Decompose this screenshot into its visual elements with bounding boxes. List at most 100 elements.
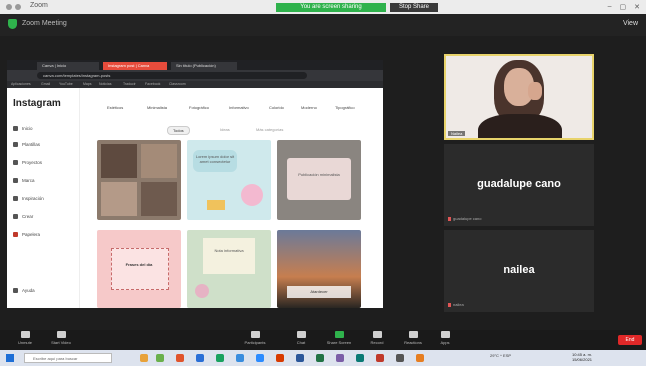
record-button[interactable]: Record	[360, 331, 394, 345]
windows-start-icon[interactable]	[6, 354, 14, 362]
share-screen-button[interactable]: Share Screen	[322, 331, 356, 345]
participant-name-tag: guadalupe cano	[448, 216, 481, 221]
bookmark-item[interactable]: Maps	[83, 82, 92, 86]
bookmark-item[interactable]: Classroom	[169, 82, 186, 86]
view-button[interactable]: View	[623, 20, 638, 27]
app-icon[interactable]	[196, 354, 204, 362]
sidebar-item-templates[interactable]: Plantillas	[13, 142, 40, 147]
app-icon[interactable]	[396, 354, 404, 362]
participants-button[interactable]: Participants	[238, 331, 272, 345]
card-caption: Atardecer	[310, 289, 328, 294]
card-caption: Nota informativa	[214, 248, 244, 253]
shared-screen: Canva | Inicio Instagram post | Canva Si…	[7, 60, 383, 308]
template-card[interactable]: Publicación minimalista	[277, 140, 361, 220]
muted-mic-icon	[448, 302, 451, 307]
bookmark-item[interactable]: Noticias	[99, 82, 111, 86]
close-icon[interactable]: ✕	[634, 3, 640, 11]
bookmark-item[interactable]: Aplicaciones	[11, 82, 31, 86]
bookmark-item[interactable]: Gmail	[41, 82, 50, 86]
toolbar-label: Share Screen	[326, 340, 352, 345]
sidebar-item-home[interactable]: Inicio	[13, 126, 33, 131]
app-icon[interactable]	[156, 354, 164, 362]
folder-icon	[13, 160, 18, 165]
sidebar-item-create[interactable]: Crear	[13, 214, 33, 219]
category-link[interactable]: Informativo	[229, 105, 249, 110]
shield-icon[interactable]	[8, 19, 17, 29]
app-icon[interactable]	[316, 354, 324, 362]
participant-tile[interactable]: guadalupe cano guadalupe cano	[444, 144, 594, 226]
bookmark-item[interactable]: YouTube	[59, 82, 73, 86]
app-icon[interactable]	[416, 354, 424, 362]
template-card[interactable]	[97, 140, 181, 220]
template-card[interactable]: Lorem ipsum dolor sit amet consectetur	[187, 140, 271, 220]
stop-share-button[interactable]: Stop Share	[390, 3, 438, 12]
participant-video[interactable]: Nailea	[444, 54, 594, 140]
clock-date: 15/06/2021	[572, 357, 593, 362]
chat-button[interactable]: Chat	[284, 331, 318, 345]
template-card[interactable]: Frases del día	[97, 230, 181, 308]
maximize-icon[interactable]: ▢	[620, 3, 627, 11]
window-dots	[6, 4, 21, 10]
window-title: Zoom	[30, 2, 48, 9]
toolbar-label: Start Video	[51, 340, 71, 345]
template-card[interactable]: Atardecer	[277, 230, 361, 308]
app-icon[interactable]	[176, 354, 184, 362]
sidebar-item-brand[interactable]: Marca	[13, 178, 35, 183]
decoration-circle	[241, 184, 263, 206]
app-icon[interactable]	[276, 354, 284, 362]
app-icon[interactable]	[236, 354, 244, 362]
brand-icon	[13, 178, 18, 183]
filter-chip-all[interactable]: Todos	[167, 126, 190, 135]
card-caption: Publicación minimalista	[298, 172, 340, 177]
sidebar-item-trash[interactable]: Papelera	[13, 232, 40, 237]
photo-thumb	[101, 144, 137, 178]
app-icon[interactable]	[376, 354, 384, 362]
system-tray[interactable]: 29°C ^ ESP	[490, 353, 511, 358]
help-label: Ayuda	[22, 288, 35, 293]
photo-thumb	[141, 182, 177, 216]
sidebar-item-inspiration[interactable]: Inspiración	[13, 196, 44, 201]
taskbar-search[interactable]: Escribe aquí para buscar	[24, 353, 112, 363]
category-link[interactable]: Tipográfico	[335, 105, 355, 110]
sidebar-item-label: Crear	[22, 214, 34, 219]
template-card[interactable]: Nota informativa	[187, 230, 271, 308]
taskbar-clock[interactable]: 10:45 a. m. 15/06/2021	[572, 352, 592, 362]
address-bar[interactable]: canva.com/templates/instagram-posts	[37, 72, 307, 79]
participant-tile[interactable]: nailea nailea	[444, 230, 594, 312]
browser-tab[interactable]: Canva | Inicio	[37, 62, 99, 70]
category-link[interactable]: Moderno	[301, 105, 317, 110]
start-video-button[interactable]: Start Video	[44, 331, 78, 345]
sidebar-item-projects[interactable]: Proyectos	[13, 160, 42, 165]
app-icon[interactable]	[140, 354, 148, 362]
category-link[interactable]: Fotográfico	[189, 105, 209, 110]
record-icon	[372, 331, 382, 338]
category-link[interactable]: Colorido	[269, 105, 284, 110]
unmute-button[interactable]: Unmute	[8, 331, 42, 345]
share-banner: You are screen sharing	[276, 3, 386, 12]
filter-chip-ideas[interactable]: Ideas	[215, 126, 235, 133]
app-icon[interactable]	[336, 354, 344, 362]
share-screen-icon	[334, 331, 344, 338]
toolbar-label: Reactions	[404, 340, 422, 345]
home-icon	[13, 126, 18, 131]
note-frame	[287, 158, 351, 200]
category-link[interactable]: Minimalista	[147, 105, 167, 110]
app-icon[interactable]	[356, 354, 364, 362]
chat-icon	[296, 331, 306, 338]
bookmark-item[interactable]: Traducir	[123, 82, 136, 86]
participant-name: guadalupe cano	[477, 178, 561, 190]
app-icon[interactable]	[216, 354, 224, 362]
end-meeting-button[interactable]: End	[618, 335, 642, 345]
help-button[interactable]: Ayuda	[13, 288, 35, 293]
filter-chip-more[interactable]: Más categorías	[251, 126, 288, 133]
category-link[interactable]: Estéticos	[107, 105, 123, 110]
minimize-icon[interactable]: –	[608, 3, 612, 11]
reactions-button[interactable]: Reactions	[396, 331, 430, 345]
browser-tab-active[interactable]: Instagram post | Canva	[103, 62, 167, 70]
zoom-app-icon[interactable]	[256, 354, 264, 362]
bookmark-item[interactable]: Facebook	[145, 82, 160, 86]
sidebar-item-label: Inspiración	[22, 196, 44, 201]
apps-button[interactable]: Apps	[428, 331, 462, 345]
app-icon[interactable]	[296, 354, 304, 362]
browser-tab[interactable]: Sin título (Publicación)	[171, 62, 237, 70]
